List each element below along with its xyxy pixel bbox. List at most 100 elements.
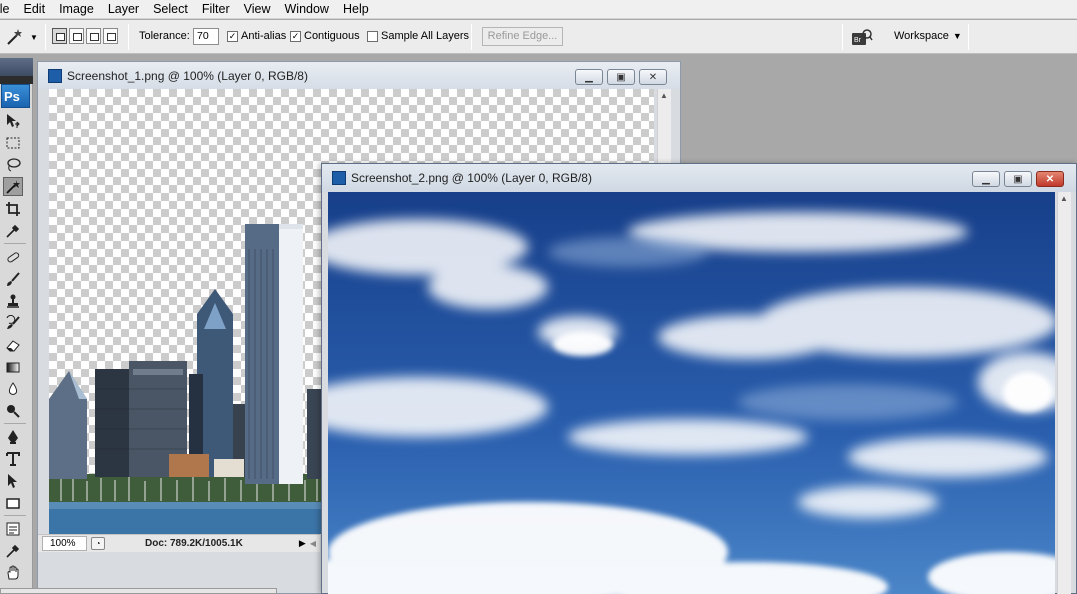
ps-document-icon: [332, 171, 346, 185]
tolerance-label: Tolerance:: [139, 30, 190, 42]
menu-view[interactable]: View: [237, 0, 278, 19]
bottom-panel-edge[interactable]: [0, 588, 277, 594]
minimize-button[interactable]: ▁: [575, 69, 603, 85]
blur-tool[interactable]: [3, 379, 23, 398]
eraser-tool[interactable]: [3, 335, 23, 354]
brush-icon: [7, 271, 20, 286]
maximize-icon: ▣: [616, 71, 626, 83]
blur-icon: [8, 381, 18, 395]
crop-tool[interactable]: [3, 199, 23, 218]
window-2-titlebar[interactable]: Screenshot_2.png @ 100% (Layer 0, RGB/8): [322, 164, 1076, 192]
dodge-tool[interactable]: [3, 401, 23, 420]
eyedropper2-tool[interactable]: [3, 541, 23, 560]
marquee-icon: [6, 137, 20, 148]
eyedropper-tool[interactable]: [3, 221, 23, 240]
lasso-tool[interactable]: [3, 155, 23, 174]
maximize-button[interactable]: ▣: [1004, 171, 1032, 187]
hand-icon: [7, 564, 19, 579]
subtract-from-selection-button[interactable]: [86, 28, 101, 44]
menu-layer[interactable]: Layer: [101, 0, 146, 19]
tools-divider: [4, 243, 26, 244]
sample-all-layers-label: Sample All Layers: [381, 30, 470, 42]
eraser-icon: [6, 339, 20, 351]
pen-tool[interactable]: [3, 427, 23, 446]
intersect-selection-button[interactable]: [103, 28, 118, 44]
contiguous-check-box[interactable]: ✓: [290, 30, 301, 42]
menu-file[interactable]: ile: [0, 0, 17, 19]
minimize-icon: ▁: [982, 173, 990, 185]
history-brush-icon: [6, 314, 20, 329]
tolerance-input[interactable]: 70: [193, 28, 219, 45]
close-button[interactable]: ✕: [639, 69, 667, 85]
window-2-vertical-scrollbar[interactable]: ▲: [1057, 192, 1071, 594]
anti-alias-check-box[interactable]: ✓: [227, 30, 238, 42]
caret-down-icon: ▼: [952, 31, 962, 41]
new-selection-button[interactable]: [52, 28, 67, 44]
options-separator: [842, 24, 843, 50]
options-separator: [128, 24, 129, 50]
window-1-title: Screenshot_1.png @ 100% (Layer 0, RGB/8): [67, 68, 308, 83]
path-selection-icon: [8, 473, 17, 488]
options-separator: [968, 24, 969, 50]
menu-help[interactable]: Help: [336, 0, 376, 19]
zoom-options-icon[interactable]: ◔: [91, 537, 105, 550]
move-icon: [7, 113, 20, 128]
move-tool[interactable]: [3, 111, 23, 130]
refine-edge-button[interactable]: Refine Edge...: [482, 27, 563, 46]
eyedropper2-icon: [6, 544, 20, 558]
healing-brush-icon: [7, 251, 20, 262]
path-selection-tool[interactable]: [3, 471, 23, 490]
dodge-icon: [7, 404, 20, 418]
close-icon: ✕: [1045, 173, 1055, 185]
scroll-up-icon[interactable]: ▲: [1060, 194, 1068, 203]
tool-preset-picker[interactable]: ▼: [4, 27, 38, 47]
magic-wand-icon: [6, 179, 20, 194]
bridge-icon[interactable]: Br: [851, 28, 873, 46]
clone-stamp-tool[interactable]: [3, 291, 23, 310]
options-bar: ▼ Tolerance: 70 ✓ Anti-alias ✓ Contiguou…: [0, 20, 1077, 54]
menu-select[interactable]: Select: [146, 0, 195, 19]
photoshop-logo[interactable]: Ps: [1, 84, 30, 108]
eyedropper-icon: [6, 224, 20, 238]
history-brush-tool[interactable]: [3, 313, 23, 332]
menu-edit[interactable]: Edit: [17, 0, 53, 19]
rectangle-tool[interactable]: [3, 493, 23, 512]
notes-icon: [6, 522, 20, 535]
document-size-info[interactable]: Doc: 789.2K/1005.1K: [145, 538, 243, 549]
type-tool[interactable]: [3, 449, 23, 468]
scroll-up-icon[interactable]: ▲: [660, 91, 668, 100]
options-separator: [471, 24, 472, 50]
document-window-2[interactable]: Screenshot_2.png @ 100% (Layer 0, RGB/8)…: [321, 163, 1077, 594]
minimize-button[interactable]: ▁: [972, 171, 1000, 187]
add-to-selection-button[interactable]: [69, 28, 84, 44]
options-separator: [45, 24, 46, 50]
tools-panel-grip[interactable]: [0, 76, 33, 84]
menu-image[interactable]: Image: [52, 0, 101, 19]
anti-alias-checkbox[interactable]: ✓ Anti-alias: [227, 30, 286, 42]
notes-tool[interactable]: [3, 519, 23, 538]
sample-all-layers-checkbox[interactable]: Sample All Layers: [367, 30, 469, 42]
window-1-status-bar: 100% ◔ Doc: 789.2K/1005.1K ▶ ◀: [38, 534, 320, 552]
menu-window[interactable]: Window: [278, 0, 336, 19]
magic-wand-tool[interactable]: [3, 177, 23, 196]
zoom-level-field[interactable]: 100%: [42, 536, 87, 551]
healing-brush-tool[interactable]: [3, 247, 23, 266]
tools-panel: Ps: [0, 58, 33, 594]
selection-modes: [52, 28, 118, 44]
brush-tool[interactable]: [3, 269, 23, 288]
status-menu-arrow-icon[interactable]: ▶: [299, 538, 306, 549]
menu-filter[interactable]: Filter: [195, 0, 237, 19]
canvas-2-sky-image[interactable]: [328, 192, 1055, 594]
close-button[interactable]: ✕: [1036, 171, 1064, 187]
gradient-tool[interactable]: [3, 357, 23, 376]
magic-wand-icon: [7, 29, 22, 45]
tools-panel-titlebar[interactable]: [0, 58, 33, 76]
window-1-controls: ▁ ▣ ✕: [575, 69, 667, 85]
scroll-left-icon[interactable]: ◀: [310, 539, 316, 548]
contiguous-checkbox[interactable]: ✓ Contiguous: [290, 30, 360, 42]
hand-tool[interactable]: [3, 563, 23, 582]
sample-all-layers-check-box[interactable]: [367, 30, 378, 42]
workspace-dropdown[interactable]: Workspace ▼: [894, 30, 962, 42]
marquee-tool[interactable]: [3, 133, 23, 152]
maximize-button[interactable]: ▣: [607, 69, 635, 85]
